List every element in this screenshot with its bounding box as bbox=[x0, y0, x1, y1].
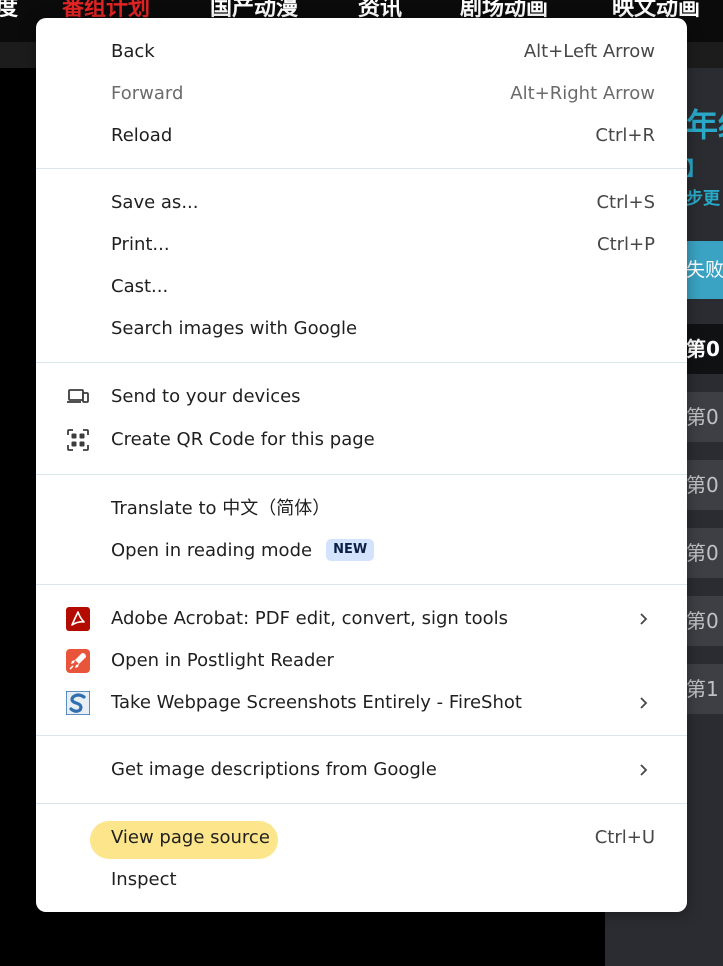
menu-separator bbox=[36, 474, 687, 475]
episode-item[interactable]: 第0 bbox=[686, 460, 723, 510]
menu-item-shortcut: Ctrl+S bbox=[596, 192, 655, 213]
menu-item-label: Open in reading mode bbox=[111, 540, 313, 561]
panel-subline: 步更 bbox=[686, 189, 720, 209]
menu-item-postlight-reader[interactable]: Open in Postlight Reader bbox=[36, 640, 687, 682]
devices-icon bbox=[66, 385, 90, 409]
menu-item-label: Forward bbox=[111, 83, 184, 104]
menu-item-reload[interactable]: Reload Ctrl+R bbox=[36, 115, 687, 157]
menu-item-label: Take Webpage Screenshots Entirely - Fire… bbox=[111, 692, 522, 713]
adobe-acrobat-icon bbox=[66, 607, 90, 631]
menu-item-send-to-devices[interactable]: Send to your devices bbox=[36, 376, 687, 418]
chevron-right-icon bbox=[635, 695, 651, 711]
menu-separator bbox=[36, 168, 687, 169]
episode-item[interactable]: 第1 bbox=[686, 664, 723, 714]
menu-item-forward[interactable]: Forward Alt+Right Arrow bbox=[36, 73, 687, 115]
menu-item-label-wrap: Open in reading mode NEW bbox=[111, 530, 375, 572]
menu-item-label: Save as... bbox=[111, 192, 199, 213]
menu-item-adobe-acrobat[interactable]: Adobe Acrobat: PDF edit, convert, sign t… bbox=[36, 598, 687, 640]
context-menu: Back Alt+Left Arrow Forward Alt+Right Ar… bbox=[36, 18, 687, 912]
qr-code-icon bbox=[66, 428, 90, 452]
episode-item[interactable]: 第0 bbox=[686, 528, 723, 578]
menu-item-print[interactable]: Print... Ctrl+P bbox=[36, 224, 687, 266]
menu-item-reading-mode[interactable]: Open in reading mode NEW bbox=[36, 530, 687, 572]
panel-button[interactable]: 失败 bbox=[686, 241, 723, 299]
menu-item-label: View page source bbox=[111, 827, 270, 848]
panel-title: 年经 bbox=[686, 106, 723, 144]
menu-item-translate[interactable]: Translate to 中文（简体） bbox=[36, 488, 687, 530]
menu-separator bbox=[36, 735, 687, 736]
menu-item-label: Back bbox=[111, 41, 155, 62]
nav-item[interactable]: 度 bbox=[0, 0, 18, 22]
menu-item-label: Get image descriptions from Google bbox=[111, 759, 437, 780]
menu-item-label: Create QR Code for this page bbox=[111, 429, 375, 450]
menu-separator bbox=[36, 362, 687, 363]
panel-bracket: 】 bbox=[686, 158, 706, 180]
chevron-right-icon bbox=[635, 611, 651, 627]
menu-separator bbox=[36, 584, 687, 585]
episode-item[interactable]: 第0 bbox=[686, 596, 723, 646]
chevron-right-icon bbox=[635, 762, 651, 778]
menu-item-label: Print... bbox=[111, 234, 170, 255]
menu-item-label: Search images with Google bbox=[111, 318, 358, 339]
menu-item-inspect[interactable]: Inspect bbox=[36, 859, 687, 901]
menu-item-shortcut: Alt+Right Arrow bbox=[510, 83, 655, 104]
menu-item-shortcut: Alt+Left Arrow bbox=[523, 41, 655, 62]
menu-item-label: Send to your devices bbox=[111, 386, 301, 407]
menu-item-view-source[interactable]: View page source Ctrl+U bbox=[36, 817, 687, 859]
menu-item-label: Open in Postlight Reader bbox=[111, 650, 334, 671]
menu-item-cast[interactable]: Cast... bbox=[36, 266, 687, 308]
menu-item-image-descriptions[interactable]: Get image descriptions from Google bbox=[36, 749, 687, 791]
menu-item-save-as[interactable]: Save as... Ctrl+S bbox=[36, 182, 687, 224]
episode-item[interactable]: 第0 bbox=[686, 392, 723, 442]
menu-item-label: Inspect bbox=[111, 869, 177, 890]
postlight-reader-icon bbox=[66, 649, 90, 673]
menu-item-back[interactable]: Back Alt+Left Arrow bbox=[36, 31, 687, 73]
menu-item-search-images[interactable]: Search images with Google bbox=[36, 308, 687, 350]
new-badge: NEW bbox=[326, 539, 375, 561]
fireshot-icon bbox=[65, 690, 91, 716]
episode-item[interactable]: 第0 bbox=[686, 324, 723, 374]
menu-item-label: Adobe Acrobat: PDF edit, convert, sign t… bbox=[111, 608, 509, 629]
menu-item-label: Cast... bbox=[111, 276, 169, 297]
menu-item-label: Translate to 中文（简体） bbox=[111, 498, 331, 519]
menu-item-fireshot[interactable]: Take Webpage Screenshots Entirely - Fire… bbox=[36, 682, 687, 724]
menu-item-qr-code[interactable]: Create QR Code for this page bbox=[36, 419, 687, 461]
menu-item-shortcut: Ctrl+R bbox=[595, 125, 655, 146]
menu-separator bbox=[36, 803, 687, 804]
menu-item-label: Reload bbox=[111, 125, 173, 146]
menu-item-shortcut: Ctrl+P bbox=[597, 234, 655, 255]
menu-item-shortcut: Ctrl+U bbox=[594, 827, 655, 848]
